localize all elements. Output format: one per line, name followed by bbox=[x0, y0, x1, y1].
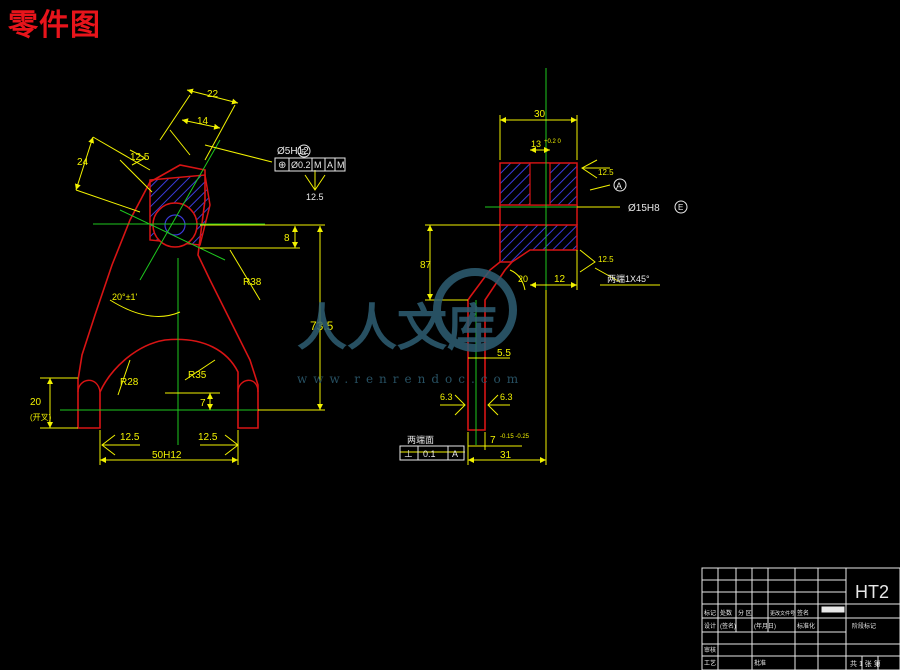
dim-20-left: 20 bbox=[30, 397, 42, 408]
tb-r1-c3: 分 区 bbox=[738, 609, 752, 617]
tb-r3-c1: 审核 bbox=[704, 646, 716, 654]
tb-r1-c2: 处数 bbox=[720, 609, 732, 617]
dim-14: 14 bbox=[197, 116, 209, 127]
fcf-modifier-1: M bbox=[314, 160, 322, 170]
watermark-url: www.renrendoc.com bbox=[297, 372, 524, 386]
tb-stage: 阶段标记 bbox=[852, 622, 876, 630]
right-hub-bottom bbox=[499, 224, 578, 263]
dim-24: 24 bbox=[77, 157, 89, 168]
rough-12-5-top: 12.5 bbox=[598, 168, 614, 177]
rough-6-3-right: 6.3 bbox=[500, 392, 513, 402]
dim-r38: R38 bbox=[243, 277, 262, 288]
left-hole-circle bbox=[152, 202, 198, 248]
tb-r2-c3: (年月日) bbox=[754, 622, 776, 630]
dim-30: 30 bbox=[534, 109, 546, 120]
dim-angle: 20°±1' bbox=[112, 292, 138, 302]
dim-r28: R28 bbox=[120, 377, 139, 388]
perp-tol: 0.1 bbox=[423, 449, 436, 459]
tb-r2-c2: (签名) bbox=[720, 622, 736, 630]
fcf-datum: A bbox=[327, 160, 333, 170]
tb-r2-c4: 标准化 bbox=[797, 622, 815, 630]
watermark-text: 人人文库 bbox=[297, 298, 497, 357]
dim-31: 31 bbox=[500, 450, 512, 461]
rough-12-5-right: 12.5 bbox=[198, 432, 218, 443]
fcf-modifier-2: M bbox=[337, 160, 345, 170]
dim-7-left: 7 bbox=[200, 398, 206, 409]
tb-r2-c1: 设计 bbox=[704, 622, 716, 630]
dim-r35: R35 bbox=[188, 370, 207, 381]
dim-7-tol: -0.15 -0.25 bbox=[500, 434, 530, 440]
dim-8: 8 bbox=[284, 233, 290, 244]
hole-15h8: Ø15H8 bbox=[628, 203, 660, 214]
cad-drawing: 22 14 24 12.5 20°±1' R38 8 73.5 R28 R35 … bbox=[30, 68, 900, 670]
fcf-tolerance: Ø0.2 bbox=[291, 160, 311, 170]
dim-50h12: 50H12 bbox=[152, 450, 182, 461]
perp-symbol: ⊥ bbox=[404, 449, 413, 460]
fcf-position-symbol: ⊕ bbox=[278, 160, 286, 171]
tb-r1-c1: 标记 bbox=[704, 609, 716, 617]
datum-a-label: A bbox=[616, 181, 622, 191]
rough-12-5-chamfer: 12.5 bbox=[598, 255, 614, 264]
dim-87: 87 bbox=[420, 260, 432, 271]
tb-r4-c1: 工艺 bbox=[704, 659, 716, 667]
dim-12-5-hub: 12.5 bbox=[130, 152, 150, 163]
dim-13: 13 bbox=[531, 139, 541, 149]
tb-r1-c4: 更改文件号 bbox=[770, 610, 795, 617]
dim-22: 22 bbox=[207, 89, 219, 100]
dim-5-5: 5.5 bbox=[497, 348, 511, 359]
dim-7-right: 7 bbox=[490, 435, 496, 446]
hole-envelope: E bbox=[678, 203, 683, 212]
chamfer-note: 两端1X45° bbox=[607, 273, 650, 284]
tb-r1-c5: 签名 bbox=[797, 609, 809, 617]
tb-material: HT2 bbox=[855, 582, 889, 602]
perp-datum: A bbox=[452, 449, 458, 459]
dim-20-note: (开叉) bbox=[30, 413, 52, 422]
left-view: 22 14 24 12.5 20°±1' R38 8 73.5 R28 R35 … bbox=[30, 88, 346, 465]
dim-12: 12 bbox=[554, 274, 566, 285]
tb-sheet: 共 1 张 第 bbox=[850, 659, 881, 668]
dim-20-right: 20 bbox=[518, 274, 528, 284]
dim-13-tol: +0.2 0 bbox=[544, 139, 562, 145]
ends-note: 两端面 bbox=[407, 434, 434, 445]
fcf-envelope: E bbox=[301, 148, 306, 157]
fcf-roughness: 12.5 bbox=[306, 192, 324, 202]
watermark: 人人文库 www.renrendoc.com bbox=[297, 268, 524, 386]
rough-12-5-left: 12.5 bbox=[120, 432, 140, 443]
right-view: 30 13 +0.2 0 87 5.5 20 12 6.3 6.3 7 -0.1… bbox=[399, 68, 688, 465]
tb-r4-c2: 批准 bbox=[754, 659, 766, 667]
rough-6-3-left: 6.3 bbox=[440, 392, 453, 402]
